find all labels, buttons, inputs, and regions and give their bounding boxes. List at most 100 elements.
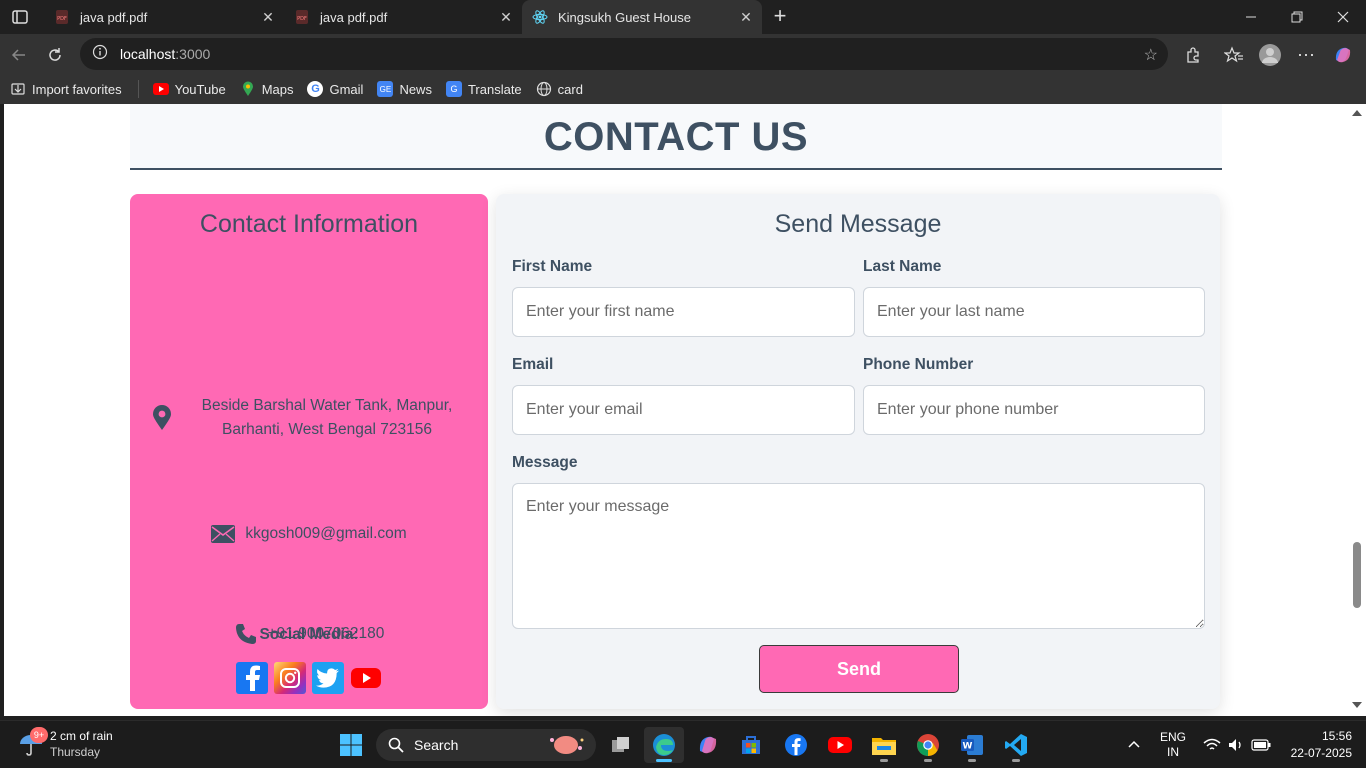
extensions-icon[interactable] [1180, 42, 1206, 68]
scroll-down-arrow-icon[interactable] [1352, 702, 1362, 708]
pdf-icon: PDF [54, 9, 70, 25]
favorite-translate[interactable]: G Translate [445, 81, 522, 97]
send-button[interactable]: Send [759, 645, 959, 693]
site-info-icon[interactable] [92, 44, 108, 65]
contact-information-card: Contact Information Beside Barshal Water… [130, 194, 488, 709]
vscode-icon[interactable] [996, 727, 1036, 763]
address-row: Beside Barshal Water Tank, Manpur, Barha… [130, 394, 488, 442]
edge-taskbar-icon[interactable] [644, 727, 684, 763]
scroll-up-arrow-icon[interactable] [1352, 110, 1362, 116]
favorite-label: Translate [467, 81, 522, 97]
youtube-app-icon[interactable] [820, 727, 860, 763]
favorite-import[interactable]: Import favorites [10, 81, 122, 97]
windows-taskbar: 9+ 2 cm of rain Thursday Search W ENG IN… [0, 720, 1366, 768]
tab-kingsukh-guest-house[interactable]: Kingsukh Guest House ✕ [522, 0, 762, 34]
address-bar[interactable]: localhost:3000 ☆ [80, 38, 1168, 70]
favorite-maps[interactable]: Maps [240, 81, 294, 97]
copilot-taskbar-icon[interactable] [688, 727, 728, 763]
back-button[interactable] [6, 42, 32, 68]
tab-title: java pdf.pdf [80, 9, 148, 25]
language-indicator[interactable]: ENG IN [1160, 721, 1186, 768]
favorites-bar: Import favorites YouTube Maps G Gmail GE… [0, 74, 1366, 104]
refresh-button[interactable] [42, 42, 68, 68]
phone-number-label: Phone Number [863, 356, 974, 373]
contact-heading-band: CONTACT US [130, 104, 1222, 170]
maps-icon [240, 81, 256, 97]
svg-text:W: W [963, 742, 973, 752]
close-icon[interactable]: ✕ [738, 9, 754, 25]
minimize-button[interactable] [1228, 0, 1274, 34]
clock-date: 22-07-2025 [1290, 746, 1352, 760]
microsoft-store-icon[interactable] [731, 727, 771, 763]
chrome-icon[interactable] [908, 727, 948, 763]
svg-text:PDF: PDF [57, 16, 67, 22]
phone-number-input[interactable] [863, 385, 1205, 435]
social-media-icons [130, 662, 488, 694]
close-window-button[interactable] [1320, 0, 1366, 34]
location-pin-icon [152, 405, 172, 431]
file-explorer-icon[interactable] [864, 727, 904, 763]
import-icon [10, 81, 26, 97]
show-hidden-icons[interactable] [1126, 721, 1142, 768]
react-icon [532, 9, 548, 25]
page-title: CONTACT US [543, 115, 809, 159]
task-view-icon[interactable] [601, 727, 641, 763]
new-tab-button[interactable]: + [768, 5, 792, 29]
favorite-label: YouTube [174, 81, 226, 97]
last-name-input[interactable] [863, 287, 1205, 337]
message-label: Message [512, 454, 578, 471]
volume-icon[interactable] [1227, 721, 1245, 768]
url-port: :3000 [175, 46, 211, 62]
lang-code: ENG [1160, 730, 1187, 744]
taskbar-search[interactable]: Search [376, 729, 596, 761]
restore-button[interactable] [1274, 0, 1320, 34]
copilot-icon[interactable] [1330, 42, 1356, 68]
profile-avatar[interactable] [1257, 42, 1283, 68]
tab-title: Kingsukh Guest House [558, 9, 691, 25]
tab-java-pdf-2[interactable]: PDF java pdf.pdf ✕ [284, 0, 522, 34]
youtube-icon[interactable] [350, 662, 382, 694]
first-name-input[interactable] [512, 287, 855, 337]
battery-icon[interactable] [1251, 721, 1271, 768]
close-icon[interactable]: ✕ [260, 9, 276, 25]
start-button[interactable] [331, 727, 371, 763]
favorite-youtube[interactable]: YouTube [152, 81, 226, 97]
favorite-label: Import favorites [32, 81, 122, 97]
twitter-icon[interactable] [312, 662, 344, 694]
send-message-card: Send Message First Name Last Name Email … [496, 194, 1220, 709]
facebook-app-icon[interactable] [776, 727, 816, 763]
favorite-card[interactable]: card [536, 81, 583, 97]
facebook-icon[interactable] [236, 662, 268, 694]
favorites-icon[interactable] [1221, 42, 1247, 68]
address-text: Beside Barshal Water Tank, Manpur, Barha… [202, 394, 453, 442]
tab-actions-icon[interactable] [8, 6, 32, 28]
youtube-icon [152, 83, 169, 95]
favorite-label: Maps [261, 81, 294, 97]
weather-widget[interactable]: 9+ 2 cm of rain Thursday [14, 727, 144, 763]
wifi-icon[interactable] [1203, 721, 1221, 768]
email-input[interactable] [512, 385, 855, 435]
favorite-label: News [399, 81, 432, 97]
favorite-gmail[interactable]: G Gmail [307, 81, 363, 97]
system-clock[interactable]: 15:56 22-07-2025 [1291, 728, 1352, 762]
email-label: Email [512, 356, 554, 373]
favorites-divider [137, 80, 139, 98]
scrollbar-thumb[interactable] [1353, 542, 1361, 608]
tab-title: java pdf.pdf [320, 9, 388, 25]
url-host: localhost [120, 46, 176, 62]
page-scrollbar[interactable] [1348, 104, 1366, 716]
favorite-news[interactable]: GE News [377, 81, 432, 97]
close-icon[interactable]: ✕ [498, 9, 514, 25]
address-line-2: Barhanti, West Bengal 723156 [222, 421, 432, 438]
more-options-icon[interactable]: ⋯ [1293, 42, 1319, 68]
tab-java-pdf-1[interactable]: PDF java pdf.pdf ✕ [44, 0, 284, 34]
instagram-icon[interactable] [274, 662, 306, 694]
word-icon[interactable]: W [952, 727, 992, 763]
last-name-label: Last Name [863, 258, 942, 275]
favorite-label: Gmail [329, 81, 364, 97]
svg-text:PDF: PDF [297, 16, 307, 22]
running-indicator [1012, 759, 1020, 762]
favorite-star-icon[interactable]: ☆ [1144, 45, 1158, 65]
search-icon [388, 737, 404, 753]
message-textarea[interactable] [512, 483, 1205, 629]
